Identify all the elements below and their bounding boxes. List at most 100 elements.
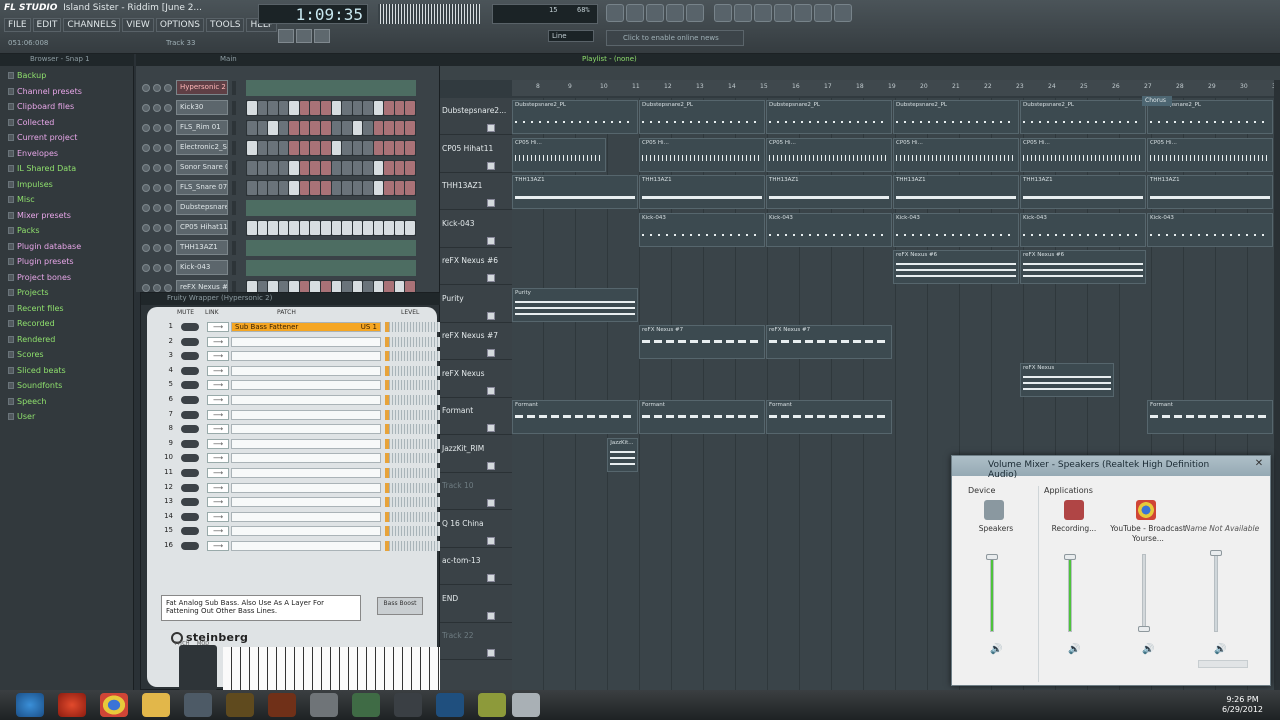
step-button[interactable] [331,101,342,115]
piano-roll-button[interactable] [626,4,644,22]
mute-button[interactable] [181,527,199,536]
volume-slider[interactable] [1142,554,1146,632]
channel-row[interactable]: Kick-043 [136,258,440,278]
pattern-clip[interactable]: THH13AZ1 [1147,175,1273,209]
pattern-clip[interactable]: Kick-043 [639,212,765,247]
step-button[interactable] [363,121,373,135]
pan-knob[interactable] [153,224,161,232]
step-button[interactable] [373,101,384,115]
mute-led[interactable] [142,284,150,292]
link-arrow-icon[interactable]: ⟶ [207,497,229,508]
channel-select-led[interactable] [232,241,236,255]
track-mute-icon[interactable] [487,199,495,207]
browser-folder[interactable]: Channel presets [8,84,132,99]
track-header[interactable]: Dubstepsnare2... [440,98,512,135]
hypersonic-slot[interactable]: 9 ⟶ [159,438,445,451]
step-button[interactable] [310,221,320,235]
mute-button[interactable] [181,323,199,331]
step-button[interactable] [320,121,331,135]
track-mute-icon[interactable] [487,499,495,507]
pause-button[interactable] [278,29,294,43]
volume-knob[interactable] [164,284,172,292]
pattern-clip[interactable]: CP05 Hi... [639,137,765,172]
mute-button[interactable] [181,469,199,477]
step-button[interactable] [373,161,384,175]
pattern-clip[interactable]: reFX Nexus #7 [766,325,892,359]
pattern-clip[interactable]: THH13AZ1 [512,175,638,209]
step-button[interactable] [373,221,384,235]
volume-thumb[interactable] [1138,626,1150,632]
browser-folder[interactable]: IL Shared Data [8,161,132,176]
step-button[interactable] [268,141,278,155]
browser-folder[interactable]: Sliced beats [8,363,132,378]
ie-icon[interactable] [16,693,44,717]
step-button[interactable] [268,101,278,115]
pattern-clip[interactable]: reFX Nexus [1020,362,1115,397]
browser-folder[interactable]: Envelopes [8,146,132,161]
browser-folder[interactable]: Current project [8,130,132,145]
pattern-clip[interactable]: Kick-043 [893,212,1019,247]
stop-button[interactable] [296,29,312,43]
step-button[interactable] [405,121,415,135]
pattern-clip[interactable]: THH13AZ1 [893,175,1019,209]
step-button[interactable] [331,141,342,155]
level-slider[interactable] [385,526,445,537]
step-button[interactable] [342,161,352,175]
pattern-clip[interactable]: Formant [512,400,638,434]
track-header[interactable]: reFX Nexus #7 [440,323,512,360]
mixer-hscroll[interactable] [1198,660,1248,668]
step-button[interactable] [363,141,373,155]
step-button[interactable] [289,221,299,235]
level-slider[interactable] [385,482,445,493]
step-button[interactable] [247,141,257,155]
opera-icon[interactable] [58,693,86,717]
hypersonic-slot[interactable]: 14 ⟶ [159,511,445,524]
speaker-icon[interactable]: 🔊 [990,644,1002,655]
channel-row[interactable]: Dubstepsnare... [136,198,440,218]
mixer-button[interactable] [666,4,684,22]
channel-row[interactable]: FLS_Snare 076 [136,178,440,198]
track-header[interactable]: JazzKit_RIM [440,436,512,473]
pan-knob[interactable] [153,264,161,272]
track-header[interactable]: Track 22 [440,623,512,660]
app-icon[interactable] [512,693,540,717]
hypersonic-slot[interactable]: 8 ⟶ [159,423,445,436]
pattern-clip[interactable]: CP05 Hi... [1147,137,1273,172]
channel-row[interactable]: THH13AZ1 [136,238,440,258]
step-sequencer[interactable] [246,100,416,116]
volume-knob[interactable] [164,184,172,192]
patch-field[interactable] [231,453,381,464]
step-button[interactable] [299,161,310,175]
step-button[interactable] [247,161,257,175]
step-button[interactable] [384,181,394,195]
mute-button[interactable] [181,337,199,346]
step-button[interactable] [299,181,310,195]
step-button[interactable] [342,121,352,135]
patch-field[interactable] [231,541,381,551]
menu-view[interactable]: VIEW [122,18,154,32]
mute-button[interactable] [181,454,199,463]
track-header[interactable]: END [440,586,512,623]
track-mute-icon[interactable] [487,124,495,132]
step-button[interactable] [320,101,331,115]
channel-row[interactable]: Hypersonic 2 [136,78,440,98]
step-button[interactable] [247,181,257,195]
step-button[interactable] [299,141,310,155]
step-button[interactable] [310,121,320,135]
track-header[interactable]: reFX Nexus #6 [440,248,512,285]
undo-icon[interactable] [714,4,732,22]
fl-studio-icon[interactable] [478,693,506,717]
mini-piano-roll[interactable] [246,200,416,216]
volume-knob[interactable] [164,224,172,232]
mini-piano-roll[interactable] [246,240,416,256]
level-slider[interactable] [385,497,445,508]
pattern-clip[interactable]: Dubstepsnare2_PL [512,100,638,134]
bass-boost-button[interactable]: Bass Boost [377,597,423,615]
step-button[interactable] [363,221,373,235]
pattern-clip[interactable]: Dubstepsnare2_PL [1020,100,1146,134]
record-button[interactable] [314,29,330,43]
step-button[interactable] [289,161,299,175]
pan-knob[interactable] [153,84,161,92]
pattern-clip[interactable]: Kick-043 [1147,212,1273,247]
pan-knob[interactable] [153,184,161,192]
